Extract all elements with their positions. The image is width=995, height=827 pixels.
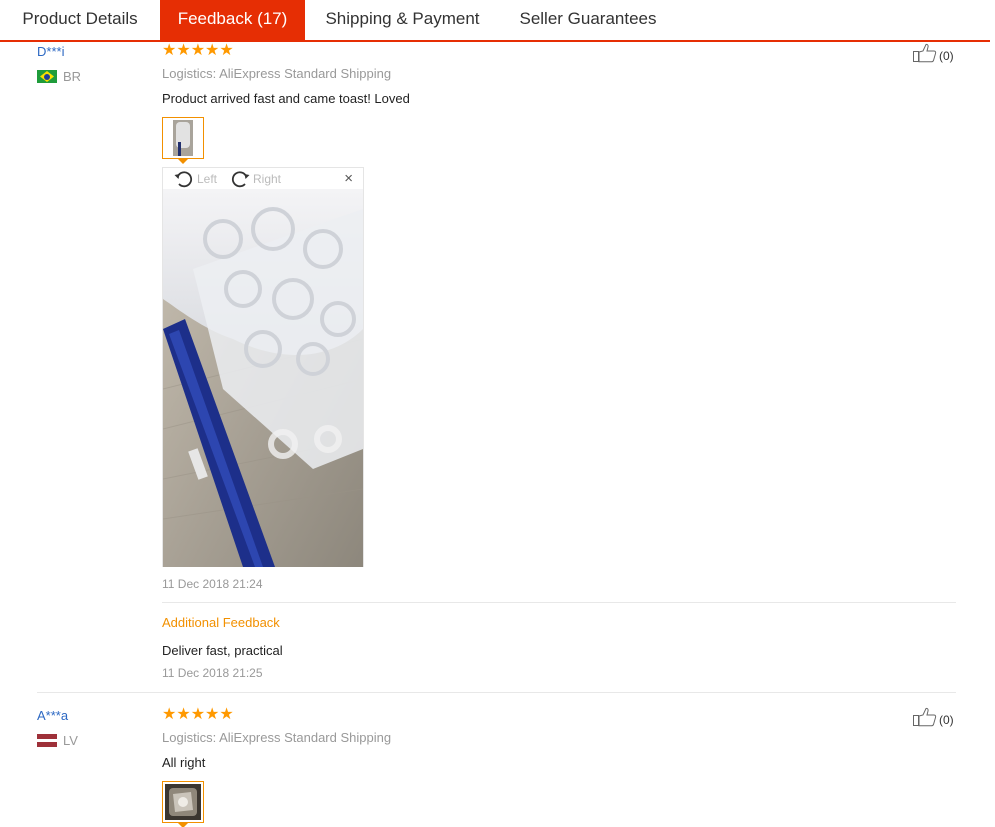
review-photo-thumbnail[interactable] <box>162 781 204 823</box>
tab-bar: Product Details Feedback (17) Shipping &… <box>0 0 990 42</box>
country-code: BR <box>63 69 82 84</box>
helpful-count: (0) <box>939 49 954 63</box>
helpful-button[interactable]: (0) <box>913 707 954 727</box>
reviewer-country: LV <box>37 733 78 748</box>
rotate-right-button[interactable]: Right <box>229 169 281 189</box>
tab-feedback[interactable]: Feedback (17) <box>160 0 305 40</box>
viewer-toolbar: Left Right × <box>163 168 363 189</box>
helpful-count: (0) <box>939 713 954 727</box>
thumbs-up-icon <box>913 707 937 727</box>
photo-thumbnail-image <box>165 120 201 156</box>
photo-viewer: Left Right × <box>162 167 364 567</box>
helpful-button[interactable]: (0) <box>913 43 954 63</box>
divider <box>162 602 956 603</box>
rotate-right-icon <box>231 171 250 188</box>
reviewer-country: BR <box>37 69 81 84</box>
tab-shipping-payment[interactable]: Shipping & Payment <box>305 0 500 40</box>
country-code: LV <box>63 733 78 748</box>
reviewer-name[interactable]: D***i <box>37 44 64 59</box>
thumbnail-pointer <box>177 822 189 827</box>
additional-feedback-label: Additional Feedback <box>162 615 280 630</box>
star-rating: ★★★★★ <box>162 42 234 59</box>
rotate-right-label: Right <box>253 172 282 186</box>
thumbs-up-icon <box>913 43 937 63</box>
star-rating: ★★★★★ <box>162 706 234 723</box>
additional-feedback-comment: Deliver fast, practical <box>162 643 283 658</box>
tab-product-details[interactable]: Product Details <box>0 0 160 40</box>
close-icon[interactable]: × <box>344 170 353 187</box>
review-photo-large <box>163 189 363 567</box>
tab-seller-guarantees[interactable]: Seller Guarantees <box>500 0 676 40</box>
photo-thumbnail-image <box>165 784 201 820</box>
review-comment: All right <box>162 755 206 770</box>
rotate-left-icon <box>174 171 193 188</box>
logistics-info: Logistics: AliExpress Standard Shipping <box>162 66 392 81</box>
review-divider <box>37 692 956 693</box>
flag-lv-icon <box>37 734 57 747</box>
thumbnail-pointer <box>177 158 189 164</box>
review-photo-image <box>163 189 363 567</box>
review-photo-thumbnail[interactable] <box>162 117 204 159</box>
review-date: 11 Dec 2018 21:24 <box>162 577 263 591</box>
logistics-info: Logistics: AliExpress Standard Shipping <box>162 730 392 745</box>
review-comment: Product arrived fast and came toast! Lov… <box>162 91 410 106</box>
flag-br-icon <box>37 70 57 83</box>
additional-feedback-date: 11 Dec 2018 21:25 <box>162 666 263 680</box>
rotate-left-label: Left <box>197 172 218 186</box>
rotate-left-button[interactable]: Left <box>173 169 217 189</box>
reviewer-name[interactable]: A***a <box>37 708 68 723</box>
